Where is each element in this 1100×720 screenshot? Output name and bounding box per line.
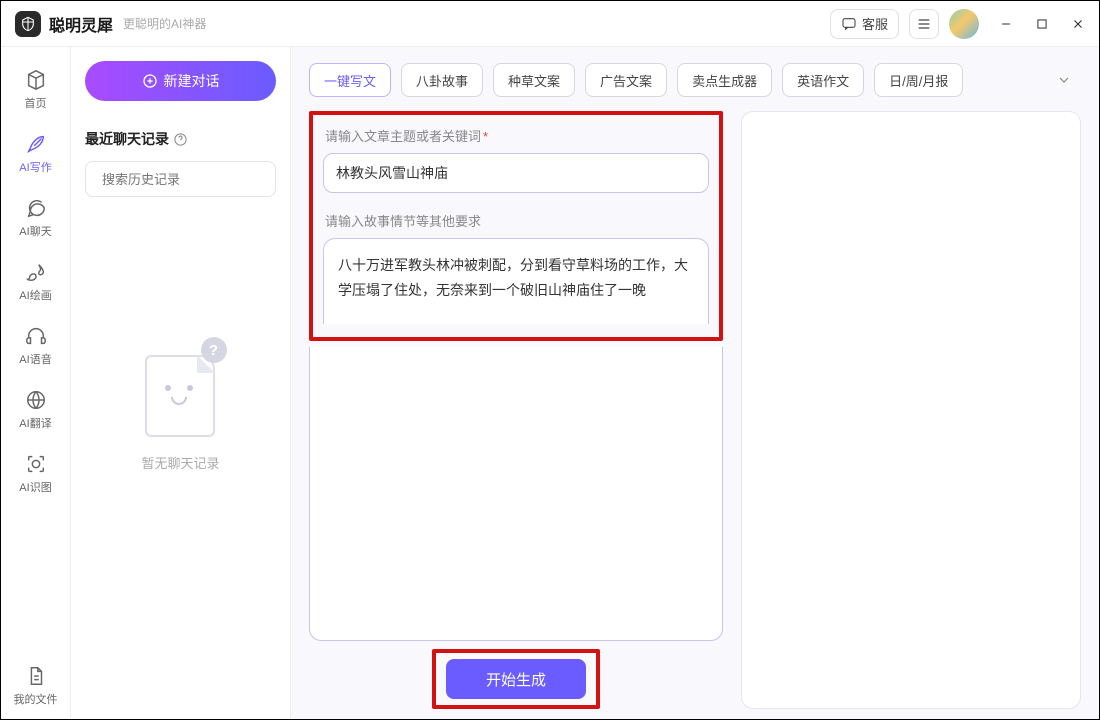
app-logo-icon <box>15 11 41 37</box>
headphones-icon <box>25 325 47 347</box>
sidebar-item-voice[interactable]: AI语音 <box>1 315 70 379</box>
chip-english[interactable]: 英语作文 <box>782 63 864 97</box>
translate-icon <box>25 389 47 411</box>
chevron-down-icon <box>1056 72 1072 88</box>
app-name: 聪明灵犀 <box>49 12 113 36</box>
chip-label: 卖点生成器 <box>692 71 757 90</box>
expand-chips-button[interactable] <box>1047 63 1081 97</box>
app-tagline: 更聪明的AI神器 <box>123 15 206 32</box>
detail-textarea-top[interactable] <box>323 238 709 324</box>
conversation-panel: 新建对话 最近聊天记录 ? 暂无聊天记录 <box>71 47 291 719</box>
new-chat-button[interactable]: 新建对话 <box>85 61 276 101</box>
window-maximize-button[interactable] <box>1033 15 1051 33</box>
generate-highlight-annotation: 开始生成 <box>432 649 600 709</box>
feather-icon <box>25 133 47 155</box>
recent-header-label: 最近聊天记录 <box>85 129 169 149</box>
chat-icon <box>25 197 47 219</box>
topic-field-label: 请输入文章主题或者关键词* <box>325 126 709 145</box>
detail-textarea[interactable] <box>309 347 723 641</box>
window-controls <box>997 15 1087 33</box>
help-icon[interactable] <box>173 132 188 147</box>
generate-button[interactable]: 开始生成 <box>446 659 586 699</box>
sidebar-item-label: 首页 <box>25 95 47 111</box>
chip-label: 种草文案 <box>508 71 560 90</box>
sidebar-item-label: 我的文件 <box>14 691 58 707</box>
chip-onekey[interactable]: 一键写文 <box>309 63 391 97</box>
topic-input[interactable] <box>323 153 709 193</box>
chip-label: 日/周/月报 <box>889 71 948 90</box>
new-chat-label: 新建对话 <box>164 71 220 91</box>
minimize-icon <box>999 17 1013 31</box>
empty-illustration-icon: ? <box>137 337 225 437</box>
chip-ads[interactable]: 广告文案 <box>585 63 667 97</box>
output-panel <box>741 111 1081 709</box>
detail-field-label: 请输入故事情节等其他要求 <box>325 211 709 230</box>
plus-circle-icon <box>142 73 158 89</box>
brush-icon <box>25 261 47 283</box>
chip-sellpoint[interactable]: 卖点生成器 <box>677 63 772 97</box>
maximize-icon <box>1035 17 1049 31</box>
sidebar-item-chat[interactable]: AI聊天 <box>1 187 70 251</box>
sidebar-item-translate[interactable]: AI翻译 <box>1 379 70 443</box>
chip-label: 广告文案 <box>600 71 652 90</box>
chip-label: 一键写文 <box>324 71 376 90</box>
help-badge: ? <box>201 337 227 363</box>
empty-state: ? 暂无聊天记录 <box>85 337 276 472</box>
sidebar-item-label: AI绘画 <box>19 287 51 303</box>
sidebar-item-writing[interactable]: AI写作 <box>1 123 70 187</box>
input-highlight-annotation: 请输入文章主题或者关键词* 请输入故事情节等其他要求 <box>309 111 723 341</box>
recent-header: 最近聊天记录 <box>85 129 276 149</box>
form-pane: 请输入文章主题或者关键词* 请输入故事情节等其他要求 开始生成 <box>309 111 723 709</box>
titlebar: 聪明灵犀 更聪明的AI神器 客服 <box>1 1 1099 47</box>
sidebar-item-label: AI语音 <box>19 351 51 367</box>
sidebar-item-label: AI识图 <box>19 479 51 495</box>
search-input[interactable] <box>102 172 278 187</box>
window-close-button[interactable] <box>1069 15 1087 33</box>
customer-service-label: 客服 <box>862 14 888 33</box>
customer-service-button[interactable]: 客服 <box>830 9 899 39</box>
chip-label: 八卦故事 <box>416 71 468 90</box>
sidebar-item-home[interactable]: 首页 <box>1 59 70 123</box>
file-icon <box>25 665 47 687</box>
sidebar-item-draw[interactable]: AI绘画 <box>1 251 70 315</box>
cube-icon <box>25 69 47 91</box>
chip-report[interactable]: 日/周/月报 <box>874 63 963 97</box>
sidebar-item-image[interactable]: AI识图 <box>1 443 70 507</box>
menu-button[interactable] <box>909 9 939 39</box>
search-box[interactable] <box>85 161 276 197</box>
generate-label: 开始生成 <box>486 672 546 689</box>
window-minimize-button[interactable] <box>997 15 1015 33</box>
sidebar-item-files[interactable]: 我的文件 <box>1 655 70 719</box>
empty-text: 暂无聊天记录 <box>141 453 219 472</box>
template-chip-row: 一键写文 八卦故事 种草文案 广告文案 卖点生成器 英语作文 日/周/月报 <box>309 63 1081 97</box>
avatar[interactable] <box>949 9 979 39</box>
sidebar-item-label: AI翻译 <box>19 415 51 431</box>
sidebar: 首页 AI写作 AI聊天 AI绘画 AI语音 AI翻译 <box>1 47 71 719</box>
menu-icon <box>916 16 932 32</box>
scan-icon <box>25 453 47 475</box>
close-icon <box>1071 17 1085 31</box>
chip-gossip[interactable]: 八卦故事 <box>401 63 483 97</box>
sidebar-item-label: AI聊天 <box>19 223 51 239</box>
main-panel: 一键写文 八卦故事 种草文案 广告文案 卖点生成器 英语作文 日/周/月报 <box>291 47 1099 719</box>
chip-label: 英语作文 <box>797 71 849 90</box>
sidebar-item-label: AI写作 <box>19 159 51 175</box>
chip-grass[interactable]: 种草文案 <box>493 63 575 97</box>
